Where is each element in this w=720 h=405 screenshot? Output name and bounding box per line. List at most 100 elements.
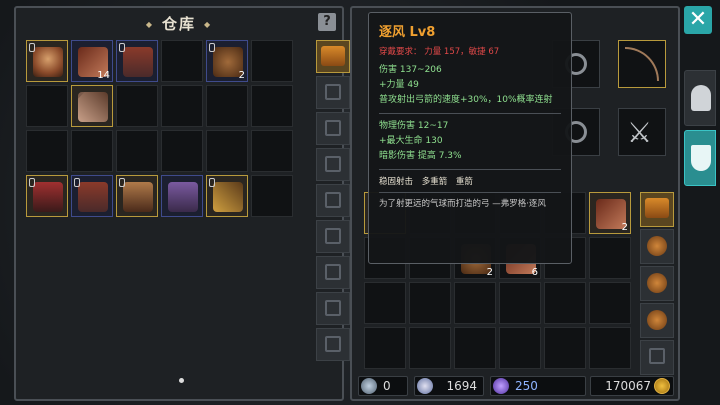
storage-side-tabs xyxy=(316,40,350,364)
armor-icon xyxy=(33,182,63,212)
boots-icon xyxy=(78,182,108,212)
lock-icon xyxy=(29,43,35,52)
storage-slot[interactable]: 2 xyxy=(206,40,248,82)
inventory-slot[interactable] xyxy=(589,327,631,369)
lock-icon xyxy=(74,178,80,187)
scroll-icon xyxy=(361,378,377,394)
page-icon xyxy=(325,120,341,136)
tab-storage[interactable] xyxy=(684,130,716,186)
inventory-side-tabs xyxy=(640,192,674,377)
stat-shadow-damage: 暗影伤害 提高 7.3% xyxy=(379,151,462,161)
inventory-tab-chest[interactable] xyxy=(640,192,674,227)
storage-tab-7[interactable] xyxy=(316,256,350,289)
chest-icon xyxy=(645,198,669,218)
equip-slot-sword[interactable]: ⚔ xyxy=(618,108,666,156)
storage-slot[interactable] xyxy=(71,175,113,217)
pouch-icon xyxy=(647,236,667,256)
stat-attack-speed: 普攻射出弓箭的速度+30%，10%概率连射 xyxy=(379,95,553,105)
item-skills: 稳固射击 多重箭 重箭 xyxy=(379,177,473,187)
storage-slot[interactable] xyxy=(26,175,68,217)
storage-slot[interactable] xyxy=(116,130,158,172)
inventory-tab-pouch-3[interactable] xyxy=(640,303,674,338)
inventory-tab-page[interactable] xyxy=(640,340,674,375)
gem-count: 250 xyxy=(515,379,538,393)
lock-icon xyxy=(119,43,125,52)
inventory-slot[interactable] xyxy=(589,237,631,279)
storage-tab-8[interactable] xyxy=(316,292,350,325)
storage-slot[interactable] xyxy=(116,40,158,82)
item-quantity: 6 xyxy=(531,267,538,278)
storage-slot[interactable] xyxy=(251,175,293,217)
staff-icon xyxy=(213,182,243,212)
storage-grid: 14 2 xyxy=(26,40,293,217)
stat-max-health: +最大生命 130 xyxy=(379,136,443,146)
inventory-slot[interactable] xyxy=(454,282,496,324)
currency-bar: 0 1694 250 170067 xyxy=(358,376,674,398)
storage-slot[interactable] xyxy=(71,130,113,172)
bow-icon xyxy=(625,47,659,81)
inventory-slot[interactable] xyxy=(364,327,406,369)
equip-slot-bow[interactable] xyxy=(618,40,666,88)
inventory-slot[interactable] xyxy=(364,282,406,324)
storage-tab-9[interactable] xyxy=(316,328,350,361)
lock-icon xyxy=(209,43,215,52)
storage-slot[interactable] xyxy=(26,40,68,82)
inventory-slot[interactable] xyxy=(589,282,631,324)
storage-panel: 仓库 ? 14 2 xyxy=(14,6,350,401)
help-button[interactable]: ? xyxy=(318,13,336,31)
storage-title: 仓库 xyxy=(16,13,342,34)
inventory-slot[interactable] xyxy=(499,282,541,324)
storage-tab-4[interactable] xyxy=(316,148,350,181)
page-icon xyxy=(325,300,341,316)
storage-slot[interactable] xyxy=(161,85,203,127)
storage-slot[interactable] xyxy=(161,130,203,172)
storage-tab-3[interactable] xyxy=(316,112,350,145)
storage-slot[interactable] xyxy=(116,85,158,127)
gold-coin-icon xyxy=(654,378,670,394)
item-quantity: 2 xyxy=(621,222,628,233)
page-icon xyxy=(325,84,341,100)
storage-slot[interactable] xyxy=(206,175,248,217)
storage-tab-5[interactable] xyxy=(316,184,350,217)
inventory-tab-pouch-2[interactable] xyxy=(640,266,674,301)
inventory-slot[interactable] xyxy=(454,327,496,369)
storage-slot[interactable] xyxy=(206,85,248,127)
storage-slot[interactable] xyxy=(161,40,203,82)
storage-slot[interactable] xyxy=(116,175,158,217)
pouch-icon xyxy=(647,273,667,293)
storage-slot[interactable] xyxy=(26,85,68,127)
inventory-slot[interactable] xyxy=(544,282,586,324)
gold-currency: 170067 xyxy=(590,376,674,396)
storage-slot[interactable] xyxy=(251,40,293,82)
storage-tab-chest[interactable] xyxy=(316,40,350,73)
soul-currency: 1694 xyxy=(414,376,484,396)
item-description: 为了射更远的气球而打造的弓 —弗罗格·逐风 xyxy=(379,199,546,209)
storage-slot[interactable] xyxy=(206,130,248,172)
inventory-tab-pouch-1[interactable] xyxy=(640,229,674,264)
close-button[interactable]: ✕ xyxy=(684,6,712,34)
lock-icon xyxy=(29,178,35,187)
storage-slot[interactable] xyxy=(161,175,203,217)
page-indicator-dot xyxy=(179,378,184,383)
inventory-slot[interactable] xyxy=(409,282,451,324)
inventory-slot[interactable] xyxy=(544,327,586,369)
banner-icon xyxy=(691,145,711,171)
item-quantity: 2 xyxy=(486,267,493,278)
page-icon xyxy=(649,348,665,364)
tab-equipment[interactable] xyxy=(684,70,716,126)
storage-slot[interactable] xyxy=(251,130,293,172)
stat-damage: 伤害 137~206 xyxy=(379,65,442,75)
storage-slot[interactable]: 14 xyxy=(71,40,113,82)
storage-tab-6[interactable] xyxy=(316,220,350,253)
storage-title-bar: 仓库 ? xyxy=(16,8,342,36)
inventory-slot[interactable] xyxy=(499,327,541,369)
storage-slot[interactable] xyxy=(26,130,68,172)
storage-slot[interactable] xyxy=(251,85,293,127)
item-quantity: 2 xyxy=(238,70,245,81)
sword-icon: ⚔ xyxy=(627,116,653,149)
storage-slot[interactable] xyxy=(71,85,113,127)
inventory-slot[interactable]: 2 xyxy=(589,192,631,234)
inventory-slot[interactable] xyxy=(409,327,451,369)
storage-tab-2[interactable] xyxy=(316,76,350,109)
gloves-icon xyxy=(123,182,153,212)
